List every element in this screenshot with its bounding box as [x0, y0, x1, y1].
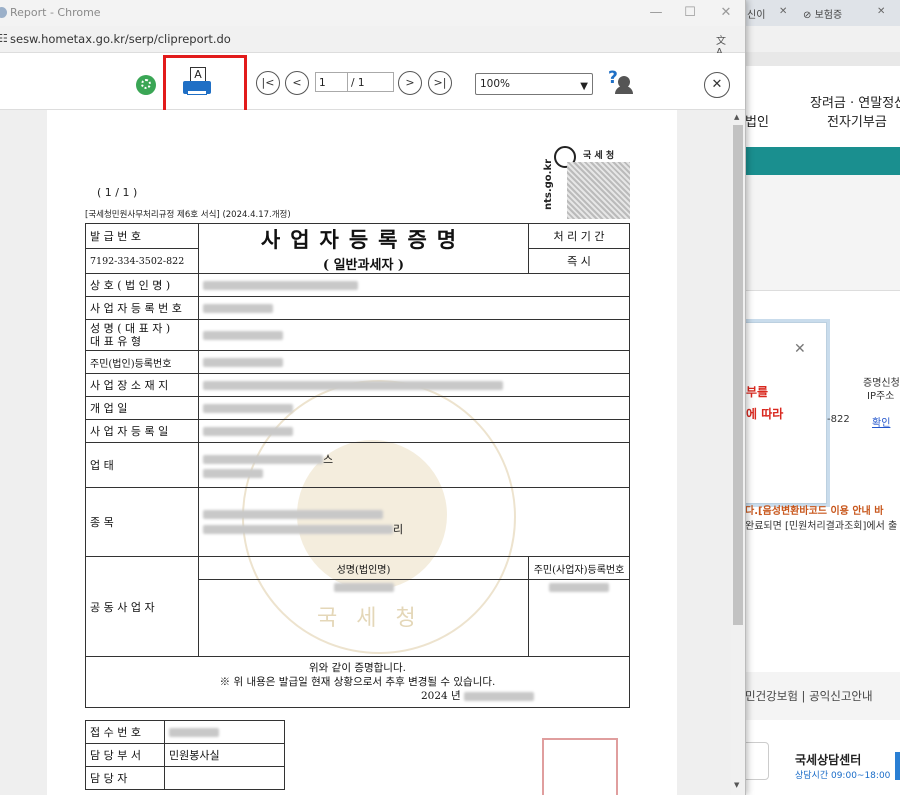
row-label-trade-name: 상 호 ( 법 인 명 ): [85, 273, 199, 297]
modal-warning-1: 부를: [746, 385, 769, 399]
zoom-select[interactable]: 100% ▼: [475, 73, 593, 95]
year-text: 2024 년: [420, 690, 461, 702]
bg-confirm-link[interactable]: 확인: [872, 414, 890, 429]
bg-footer-box: [745, 742, 769, 780]
receipt-table: 접 수 번 호 담 당 부 서 민원봉사실 담 당 자: [85, 720, 285, 790]
modal-warning-2: 에 따라: [746, 407, 784, 421]
bg-form-area: [745, 175, 900, 291]
report-toolbar: A |< < 1 / 1 > >| ? ✕: [0, 53, 745, 110]
co-id-header: 주민(사업자)등록번호: [528, 556, 630, 580]
official-seal-stamp: [542, 738, 618, 795]
viewer-close-button[interactable]: ✕: [704, 72, 730, 98]
window-close-button[interactable]: ✕: [711, 4, 741, 22]
dept-label: 담 당 부 서: [85, 743, 165, 767]
prev-page-button[interactable]: <: [285, 71, 309, 95]
chevron-down-icon: ▼: [580, 81, 588, 92]
bg-nav-item-1b[interactable]: 법인: [745, 111, 769, 130]
scrollbar-thumb[interactable]: [733, 125, 743, 625]
side-url-text: nts.go.kr: [543, 158, 554, 210]
bg-blue-tab: [895, 752, 900, 780]
bg-bookmarks: [745, 52, 900, 66]
scroll-down-icon[interactable]: ▼: [734, 781, 739, 789]
row-label-reg-date: 사 업 자 등 록 일: [85, 419, 199, 443]
processing-period-value: 즉 시: [528, 248, 630, 274]
row-label-biz-reg-no: 사 업 자 등 록 번 호: [85, 296, 199, 320]
bg-table-cell: -822: [827, 414, 850, 425]
page-number-input[interactable]: 1: [315, 72, 348, 92]
help-icon[interactable]: ?: [608, 68, 634, 96]
bg-modal: ✕ 부를 에 따라: [745, 322, 827, 504]
row-label-category: 종 목: [85, 487, 199, 557]
last-page-button[interactable]: >|: [428, 71, 452, 95]
bg-notice-1: 다.[음성변환바코드 이용 안내 바: [745, 506, 884, 517]
translate-icon[interactable]: 文A: [716, 32, 732, 58]
row-label-open-date: 개 업 일: [85, 396, 199, 420]
agency-label: 국 세 청: [583, 151, 615, 161]
row-label-location: 사 업 장 소 재 지: [85, 373, 199, 397]
business-type-suffix: 스: [323, 452, 334, 466]
certify-text: 위와 같이 증명합니다.: [309, 662, 406, 674]
category-suffix: 리: [393, 522, 404, 536]
certificate-table: 발 급 번 호 사업자등록증명 ( 일반과세자 ) 처 리 기 간 7192-3…: [85, 223, 630, 708]
url-text[interactable]: sesw.hometax.go.kr/serp/clipreport.do: [10, 32, 231, 46]
bg-call-center: 국세상담센터: [795, 753, 862, 767]
background-page: 신이 ✕ ⊘ 보험증 ✕ 장려금 · 연말정산 법인 전자기부금 ✕ 부를 에 …: [745, 0, 900, 795]
scroll-up-icon[interactable]: ▲: [734, 113, 739, 121]
minimize-button[interactable]: —: [641, 4, 671, 22]
bg-tab-1[interactable]: 신이: [747, 6, 765, 21]
bg-footer-links[interactable]: 민건강보험 | 공익신고안내: [745, 688, 873, 704]
modal-close-icon[interactable]: ✕: [794, 341, 806, 357]
issue-no-label: 발 급 번 호: [85, 223, 199, 249]
document-subtitle: ( 일반과세자 ): [322, 258, 405, 273]
note-text: ※ 위 내용은 발급일 현재 상황으로서 추후 변경될 수 있습니다.: [219, 676, 496, 688]
save-icon[interactable]: [136, 75, 156, 95]
row-label-representative: 성 명 ( 대 표 자 ) 대 표 유 형: [85, 319, 199, 351]
row-label-business-type: 업 태: [85, 442, 199, 488]
maximize-button[interactable]: ☐: [675, 4, 705, 22]
bg-tab-2[interactable]: ⊘ 보험증: [803, 6, 842, 21]
processing-period-label: 처 리 기 간: [528, 223, 630, 249]
bg-call-hours: 상담시간 09:00~18:00: [795, 771, 891, 781]
next-page-button[interactable]: >: [398, 71, 422, 95]
bg-nav-item-1[interactable]: 장려금 · 연말정산: [810, 92, 900, 111]
bg-notice-2: 완료되면 [민원처리결과조회]에서 출: [745, 521, 898, 532]
row-label-co-owners: 공 동 사 업 자: [85, 556, 199, 657]
bg-nav-item-2[interactable]: 전자기부금: [827, 111, 887, 130]
qr-code: [567, 162, 630, 219]
window-titlebar[interactable]: Report - Chrome — ☐ ✕: [0, 0, 745, 26]
page-total: / 1: [348, 72, 394, 92]
first-page-button[interactable]: |<: [256, 71, 280, 95]
bg-urlbar: [745, 26, 900, 52]
zoom-value: 100%: [480, 78, 511, 90]
bg-teal-band: [745, 147, 900, 175]
bg-table-header-2: IP주소: [867, 391, 895, 402]
certificate-page: 국 세 청 국 세 청 nts.go.kr ( 1 / 1 ) [국세청민원사무…: [47, 110, 677, 795]
bg-tab-close-icon[interactable]: ✕: [779, 6, 787, 17]
regulation-text: [국세청민원사무처리규정 제6호 서식] (2024.4.17.개정): [85, 210, 291, 220]
issue-no-value: 7192-334-3502-822: [85, 248, 199, 274]
title-cell: 사업자등록증명 ( 일반과세자 ): [198, 223, 529, 274]
receipt-no-label: 접 수 번 호: [85, 720, 165, 744]
document-title: 사업자등록증명: [260, 227, 467, 252]
co-name-header: 성명(법인명): [198, 556, 529, 580]
address-bar[interactable]: ☷ sesw.hometax.go.kr/serp/clipreport.do …: [0, 26, 745, 58]
report-popup-window: Report - Chrome — ☐ ✕ ☷ sesw.hometax.go.…: [0, 0, 746, 795]
bg-tab-close-icon[interactable]: ✕: [877, 6, 885, 17]
row-label-resident-no: 주민(법인)등록번호: [85, 350, 199, 374]
site-info-icon[interactable]: ☷: [0, 32, 8, 45]
window-title: Report - Chrome: [10, 6, 101, 19]
staff-label: 담 당 자: [85, 766, 165, 790]
row-label-rep-type: 대 표 유 형: [90, 335, 141, 348]
chrome-icon: [0, 7, 7, 18]
page-indicator: ( 1 / 1 ): [97, 186, 138, 199]
dept-value: 민원봉사실: [164, 743, 285, 767]
